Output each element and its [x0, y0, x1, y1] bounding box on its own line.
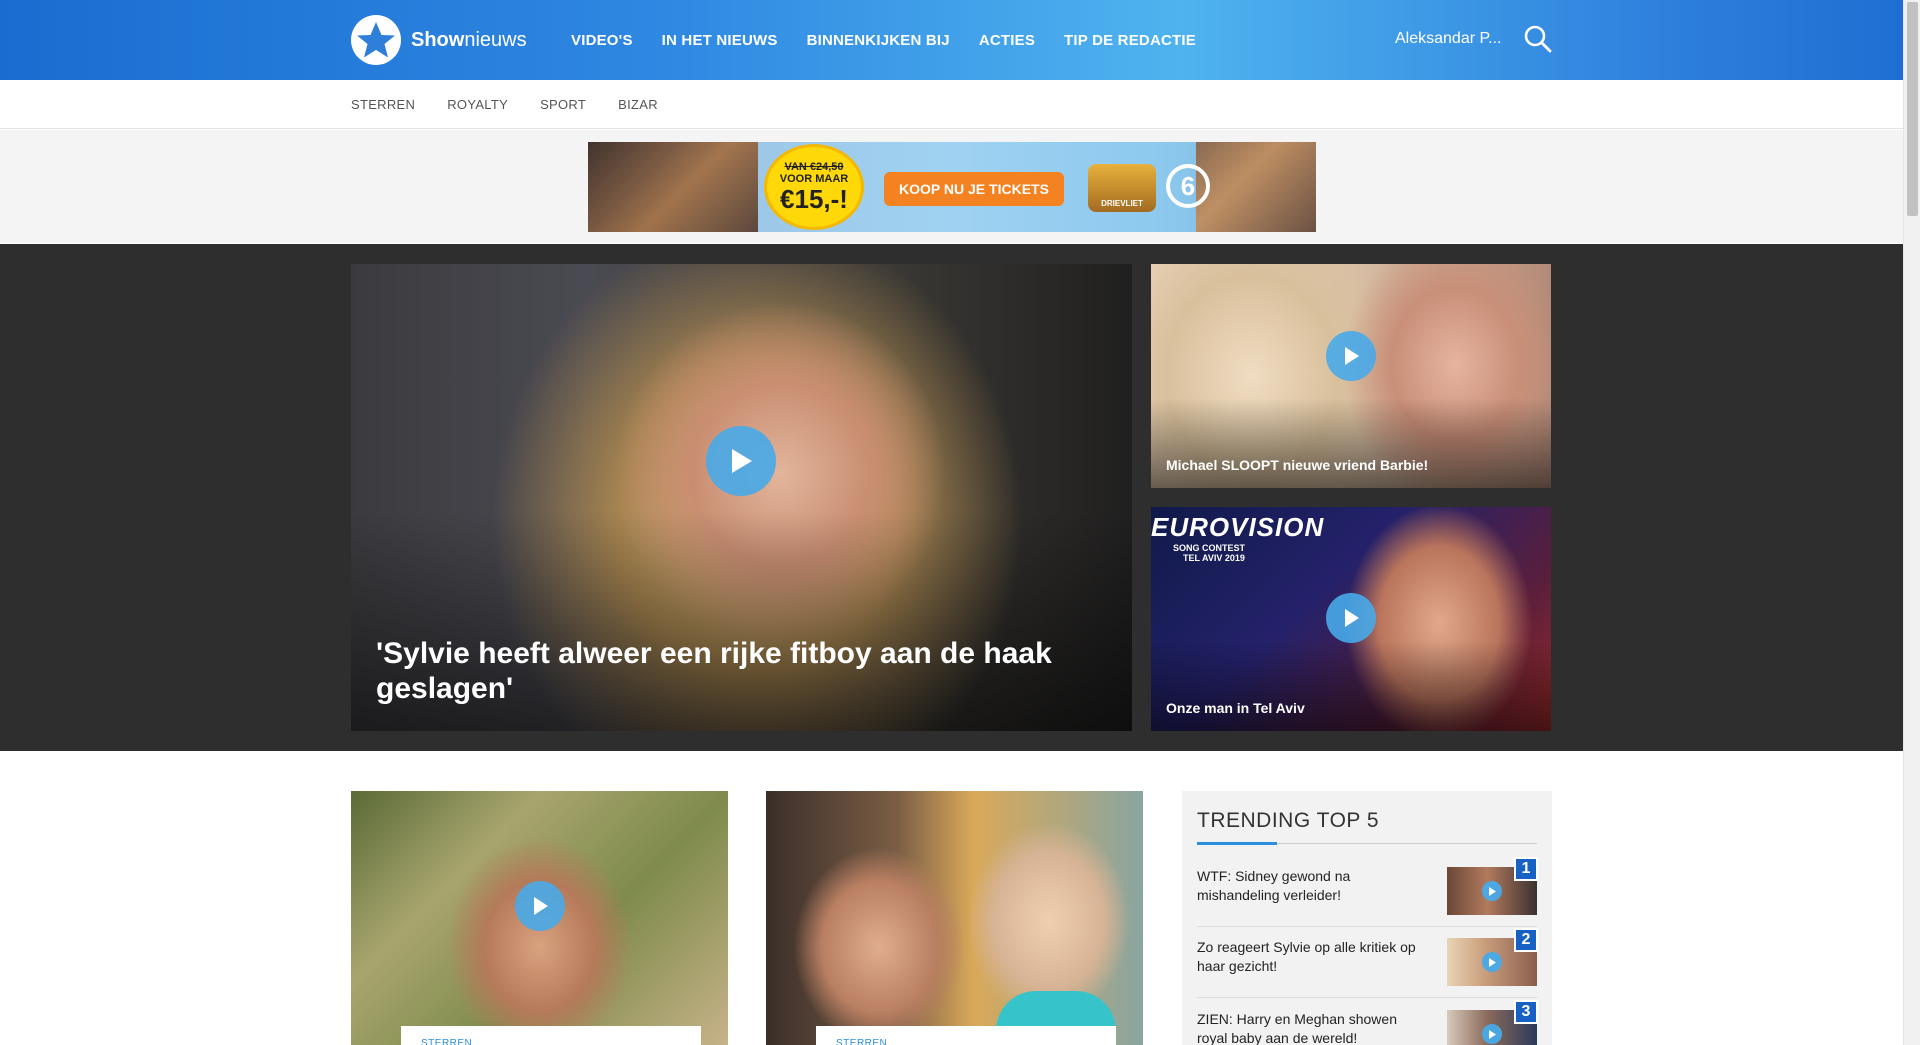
play-icon[interactable]: [706, 426, 776, 496]
article-category-tag[interactable]: STERREN: [401, 1026, 701, 1045]
scrollbar-thumb[interactable]: [1907, 2, 1918, 216]
ad-zone: VAN €24,50 VOOR MAAR €15,-! KOOP NU JE T…: [0, 130, 1903, 243]
article-card[interactable]: STERREN: [766, 791, 1143, 1045]
play-icon: [1482, 952, 1502, 972]
category-sport[interactable]: SPORT: [540, 97, 586, 112]
page: Shownieuws VIDEO'S IN HET NIEUWS BINNENK…: [0, 0, 1903, 1045]
nav-in-het-nieuws[interactable]: IN HET NIEUWS: [662, 32, 778, 49]
trending-item-title[interactable]: ZIEN: Harry en Meghan showen royal baby …: [1197, 1010, 1427, 1045]
featured-main-title[interactable]: 'Sylvie heeft alweer een rijke fitboy aa…: [376, 636, 1106, 706]
nav-acties[interactable]: ACTIES: [979, 32, 1035, 49]
article-grid: STERREN STERREN TRENDING TOP 5 WTF: Sidn…: [0, 751, 1903, 1045]
title-underline: [1197, 842, 1277, 845]
featured-section: 'Sylvie heeft alweer een rijke fitboy aa…: [0, 244, 1903, 751]
category-nav: STERREN ROYALTY SPORT BIZAR: [0, 80, 1903, 129]
nav-binnenkijken-bij[interactable]: BINNENKIJKEN BIJ: [807, 32, 950, 49]
play-icon[interactable]: [1326, 593, 1376, 643]
page-scrollbar[interactable]: [1903, 0, 1920, 1045]
article-category-tag[interactable]: STERREN: [816, 1026, 1116, 1045]
article-card[interactable]: STERREN: [351, 791, 728, 1045]
star-logo-icon: [351, 15, 401, 65]
site-logo[interactable]: Shownieuws: [351, 15, 527, 65]
trending-item[interactable]: WTF: Sidney gewond na mishandeling verle…: [1197, 857, 1538, 927]
park-logo: DRIEVLIET: [1088, 164, 1156, 212]
eurovision-logo: EUROVISION SONG CONTEST TEL AVIV 2019: [1151, 512, 1325, 563]
category-royalty[interactable]: ROYALTY: [447, 97, 508, 112]
nav-tip-de-redactie[interactable]: TIP DE REDACTIE: [1064, 32, 1196, 49]
featured-side-article[interactable]: EUROVISION SONG CONTEST TEL AVIV 2019 On…: [1151, 507, 1551, 731]
featured-side-title[interactable]: Onze man in Tel Aviv: [1166, 700, 1305, 716]
ad-rollercoaster-image: [588, 142, 758, 232]
ad-price-badge: VAN €24,50 VOOR MAAR €15,-!: [764, 144, 864, 230]
category-sterren[interactable]: STERREN: [351, 97, 415, 112]
play-icon[interactable]: [1326, 331, 1376, 381]
trending-widget: TRENDING TOP 5 WTF: Sidney gewond na mis…: [1182, 791, 1552, 1045]
ad-ride-image: [1196, 142, 1316, 232]
trending-rank-badge: 1: [1514, 857, 1538, 881]
buy-tickets-button[interactable]: KOOP NU JE TICKETS: [884, 172, 1064, 206]
trending-item[interactable]: Zo reageert Sylvie op alle kritiek op ha…: [1197, 928, 1538, 998]
channel-6-logo: 6: [1166, 164, 1210, 208]
featured-side-article[interactable]: Michael SLOOPT nieuwe vriend Barbie!: [1151, 264, 1551, 488]
nav-videos[interactable]: VIDEO'S: [571, 32, 633, 49]
ad-banner[interactable]: VAN €24,50 VOOR MAAR €15,-! KOOP NU JE T…: [588, 142, 1316, 232]
top-header: Shownieuws VIDEO'S IN HET NIEUWS BINNENK…: [0, 0, 1903, 80]
brand-name: Shownieuws: [411, 28, 527, 51]
play-icon: [1482, 881, 1502, 901]
category-bizar[interactable]: BIZAR: [618, 97, 658, 112]
play-icon[interactable]: [515, 881, 565, 931]
trending-item[interactable]: ZIEN: Harry en Meghan showen royal baby …: [1197, 1000, 1538, 1045]
trending-title: TRENDING TOP 5: [1197, 809, 1380, 832]
search-icon[interactable]: [1523, 24, 1553, 59]
main-nav: VIDEO'S IN HET NIEUWS BINNENKIJKEN BIJ A…: [571, 0, 1225, 80]
user-account-link[interactable]: Aleksandar P...: [1395, 30, 1501, 48]
trending-rank-badge: 3: [1514, 1000, 1538, 1024]
featured-side-title[interactable]: Michael SLOOPT nieuwe vriend Barbie!: [1166, 457, 1428, 473]
trending-item-title[interactable]: Zo reageert Sylvie op alle kritiek op ha…: [1197, 938, 1427, 976]
play-icon: [1482, 1024, 1502, 1044]
featured-main-article[interactable]: 'Sylvie heeft alweer een rijke fitboy aa…: [351, 264, 1132, 731]
trending-item-title[interactable]: WTF: Sidney gewond na mishandeling verle…: [1197, 867, 1427, 905]
trending-rank-badge: 2: [1514, 928, 1538, 952]
